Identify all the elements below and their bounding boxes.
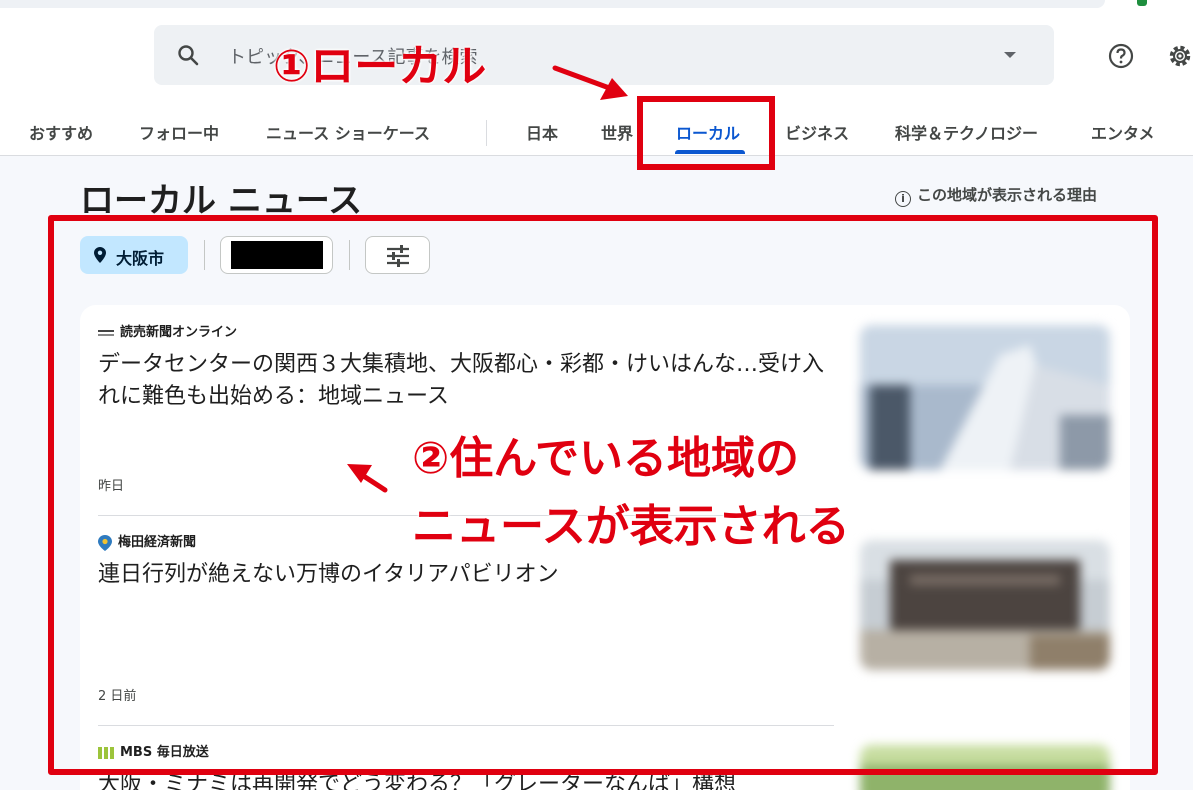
annotation-arrow-to-tab	[552, 65, 628, 100]
annotation-arrow-to-news	[347, 464, 388, 493]
annotation-arrows	[347, 65, 628, 493]
